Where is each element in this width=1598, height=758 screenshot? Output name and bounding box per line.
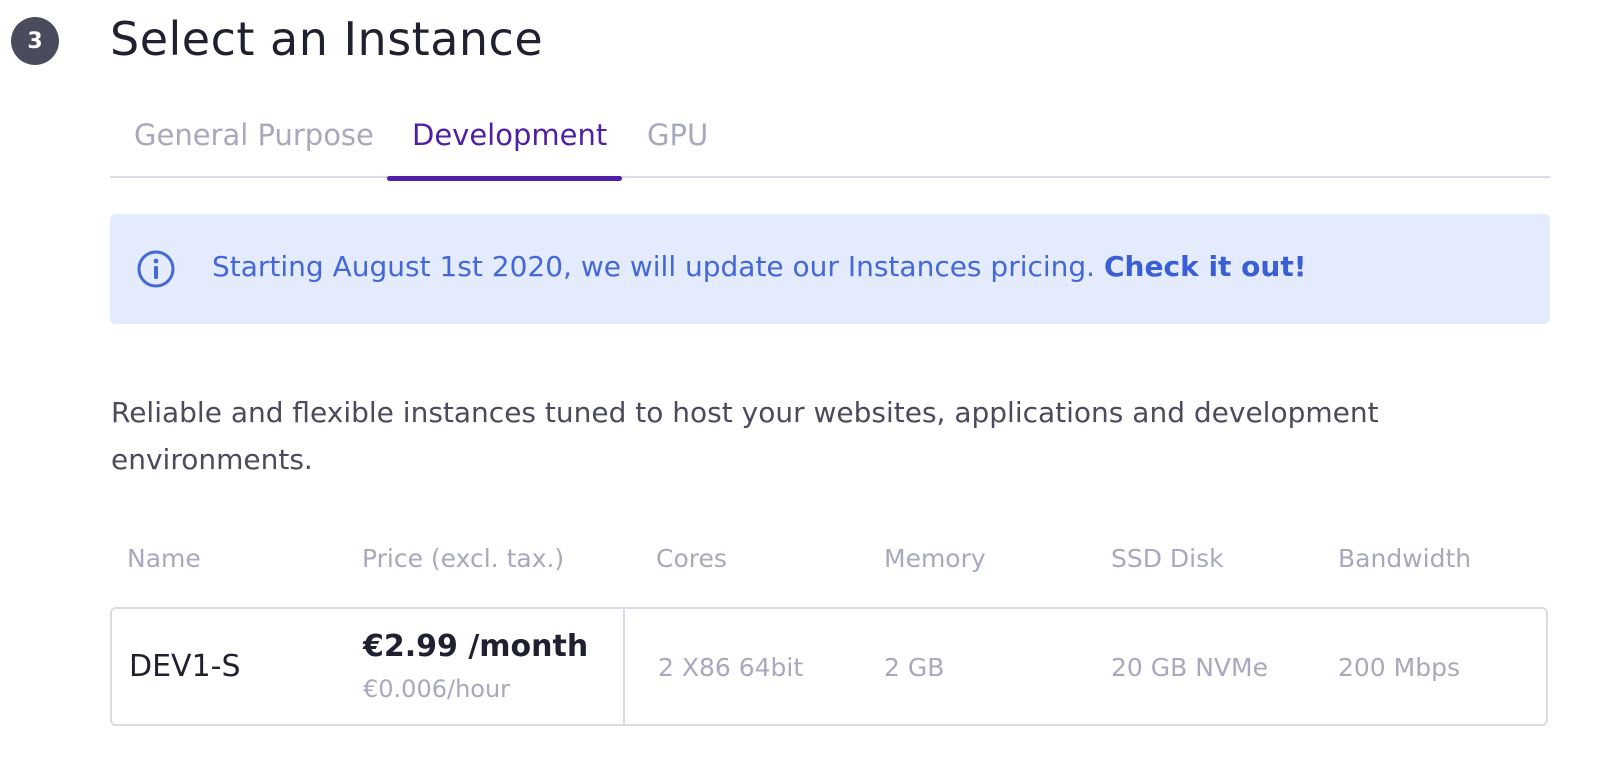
column-header-cores: Cores [656,544,727,573]
banner-text: Starting August 1st 2020, we will update… [212,250,1096,283]
row-divider [623,609,625,724]
pricing-info-banner: Starting August 1st 2020, we will update… [110,214,1550,324]
category-description: Reliable and flexible instances tuned to… [111,396,1379,476]
column-header-ssd-disk: SSD Disk [1111,544,1224,573]
check-it-out-link[interactable]: Check it out! [1104,250,1307,283]
tab-gpu[interactable]: GPU [647,118,708,152]
instance-row-dev1-s[interactable]: DEV1-S €2.99 /month €0.006/hour 2 X86 64… [110,607,1548,726]
column-header-bandwidth: Bandwidth [1338,544,1472,573]
instance-memory: 2 GB [884,653,945,682]
instance-ssd-disk: 20 GB NVMe [1111,653,1268,682]
active-tab-indicator [387,176,622,181]
price-per-month: €2.99 /month [363,629,589,664]
column-header-name: Name [127,544,201,573]
instance-cores: 2 X86 64bit [658,653,804,682]
instance-name: DEV1-S [129,649,241,684]
info-circle-icon [137,250,175,288]
instance-type-tabs: General Purpose Development GPU [110,100,1550,181]
instance-bandwidth: 200 Mbps [1338,653,1460,682]
tab-development[interactable]: Development [412,118,607,152]
section-title: Select an Instance [110,12,544,66]
step-number: 3 [27,28,43,54]
price-per-hour: €0.006/hour [363,675,511,703]
column-header-memory: Memory [884,544,986,573]
step-number-badge: 3 [11,17,59,65]
banner-message: Starting August 1st 2020, we will update… [212,250,1307,283]
column-header-price: Price (excl. tax.) [362,544,565,573]
tab-general-purpose[interactable]: General Purpose [134,118,374,152]
